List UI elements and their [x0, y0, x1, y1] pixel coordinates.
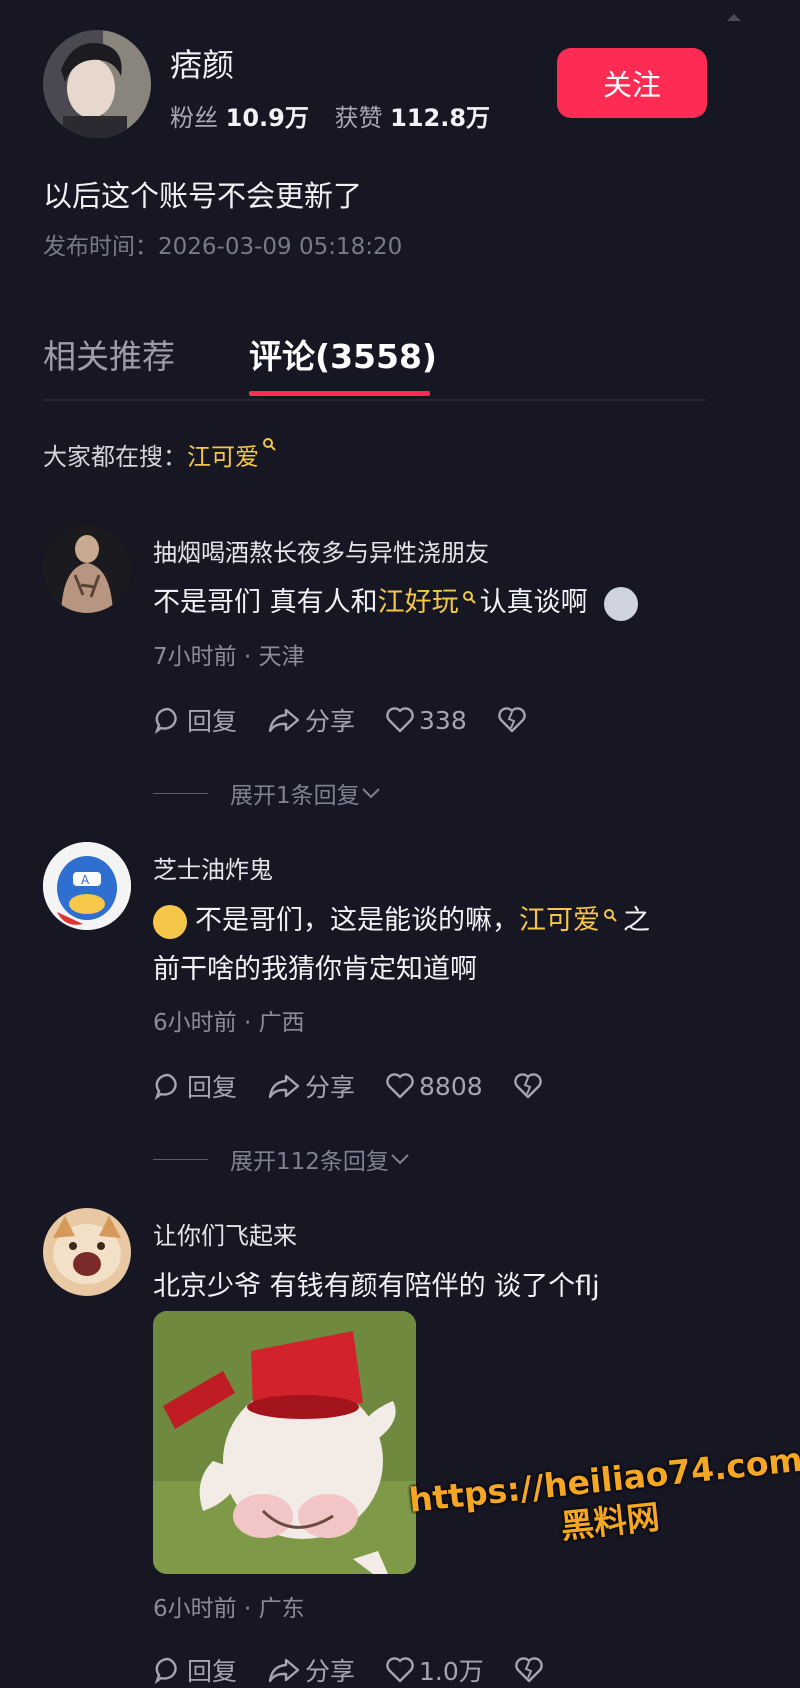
comment-username[interactable]: 让你们飞起来 — [153, 1216, 297, 1251]
comment-highlight-term[interactable]: 江好玩 — [378, 587, 459, 618]
comment-actions: 回复 分享 8808 — [153, 1068, 577, 1104]
search-hint-label: 大家都在搜： — [43, 443, 187, 471]
heart-icon — [386, 707, 414, 733]
chevron-down-icon — [391, 1154, 409, 1165]
comment-avatar[interactable]: A — [43, 842, 131, 930]
comment-highlight-term[interactable]: 江可爱 — [519, 905, 600, 936]
svg-text:A: A — [81, 873, 90, 887]
tab-comments[interactable]: 评论(3558) — [249, 330, 437, 378]
like-button[interactable]: 338 — [385, 706, 467, 735]
comment-text: 不是哥们，这是能谈的嘛，江可爱之 前干啥的我猜你肯定知道啊 — [153, 904, 650, 985]
dislike-button[interactable] — [497, 706, 531, 734]
dislike-button[interactable] — [514, 1656, 548, 1684]
likes-count: 112.8万 — [390, 104, 491, 132]
reply-button[interactable]: 回复 — [153, 1652, 237, 1688]
tab-related[interactable]: 相关推荐 — [43, 330, 175, 378]
fans-label: 粉丝 — [170, 104, 218, 132]
active-tab-underline — [249, 391, 430, 396]
dislike-button[interactable] — [513, 1072, 547, 1100]
broken-heart-icon — [497, 707, 526, 733]
reply-button[interactable]: 回复 — [153, 702, 237, 738]
search-icon — [604, 909, 617, 922]
share-button[interactable]: 分享 — [267, 1068, 355, 1104]
comment-actions: 回复 分享 1.0万 — [153, 1652, 578, 1688]
share-icon — [268, 708, 300, 733]
like-button[interactable]: 8808 — [385, 1072, 483, 1101]
like-button[interactable]: 1.0万 — [385, 1652, 484, 1688]
broken-heart-icon — [515, 1657, 543, 1683]
search-hint: 大家都在搜：江可爱 — [43, 437, 276, 472]
tabs-divider — [43, 399, 706, 401]
like-count: 1.0万 — [419, 1657, 484, 1686]
search-hint-term[interactable]: 江可爱 — [187, 443, 259, 471]
search-icon — [263, 438, 276, 451]
share-button[interactable]: 分享 — [267, 702, 355, 738]
share-icon — [268, 1074, 300, 1099]
cat-emoji-icon — [604, 586, 639, 621]
comment-avatar[interactable] — [43, 1208, 131, 1296]
comment-meta: 6小时前 · 广西 — [153, 1010, 305, 1036]
scroll-top-indicator — [727, 14, 741, 21]
reply-icon — [154, 1657, 177, 1685]
heart-icon — [386, 1657, 414, 1683]
publish-time: 发布时间：2026-03-09 05:18:20 — [43, 234, 403, 260]
comment-sticker-image[interactable] — [153, 1311, 416, 1574]
watermark: https://heiliao74.com 黑料网 — [407, 1439, 800, 1564]
expand-replies[interactable]: 展开112条回复 — [153, 1142, 411, 1176]
chevron-down-icon — [361, 788, 380, 799]
expand-replies[interactable]: 展开1条回复 — [153, 776, 382, 810]
reply-button[interactable]: 回复 — [153, 1068, 237, 1104]
author-name[interactable]: 痞颜 — [170, 40, 234, 86]
reply-icon — [154, 1073, 177, 1101]
comment-text: 北京少爷 有钱有颜有陪伴的 谈了个flj — [153, 1271, 600, 1302]
author-stats: 粉丝 10.9万 获赞 112.8万 — [170, 98, 508, 133]
share-icon — [268, 1658, 300, 1683]
comment-meta: 6小时前 · 广东 — [153, 1596, 305, 1622]
follow-button[interactable]: 关注 — [557, 48, 707, 118]
author-avatar[interactable] — [43, 30, 151, 138]
broken-heart-icon — [513, 1073, 542, 1099]
likes-label: 获赞 — [334, 104, 383, 132]
comment-avatar[interactable] — [43, 525, 131, 613]
heart-icon — [386, 1073, 414, 1099]
comment-meta: 7小时前 · 天津 — [153, 644, 305, 670]
post-description: 以后这个账号不会更新了 — [43, 179, 363, 213]
comment-actions: 回复 分享 338 — [153, 702, 561, 738]
search-icon — [462, 591, 476, 604]
reply-icon — [154, 707, 177, 735]
like-count: 8808 — [419, 1071, 483, 1101]
expand-divider — [153, 792, 208, 794]
comment-text: 不是哥们 真有人和江好玩 认真谈啊 — [153, 578, 713, 627]
like-count: 338 — [419, 705, 467, 735]
pleading-face-emoji-icon — [153, 904, 187, 939]
comment-username[interactable]: 芝士油炸鬼 — [153, 850, 273, 885]
share-button[interactable]: 分享 — [267, 1652, 355, 1688]
fans-count: 10.9万 — [225, 104, 309, 132]
comment-username[interactable]: 抽烟喝酒熬长夜多与异性浇朋友 — [153, 533, 489, 568]
expand-divider — [153, 1158, 208, 1160]
